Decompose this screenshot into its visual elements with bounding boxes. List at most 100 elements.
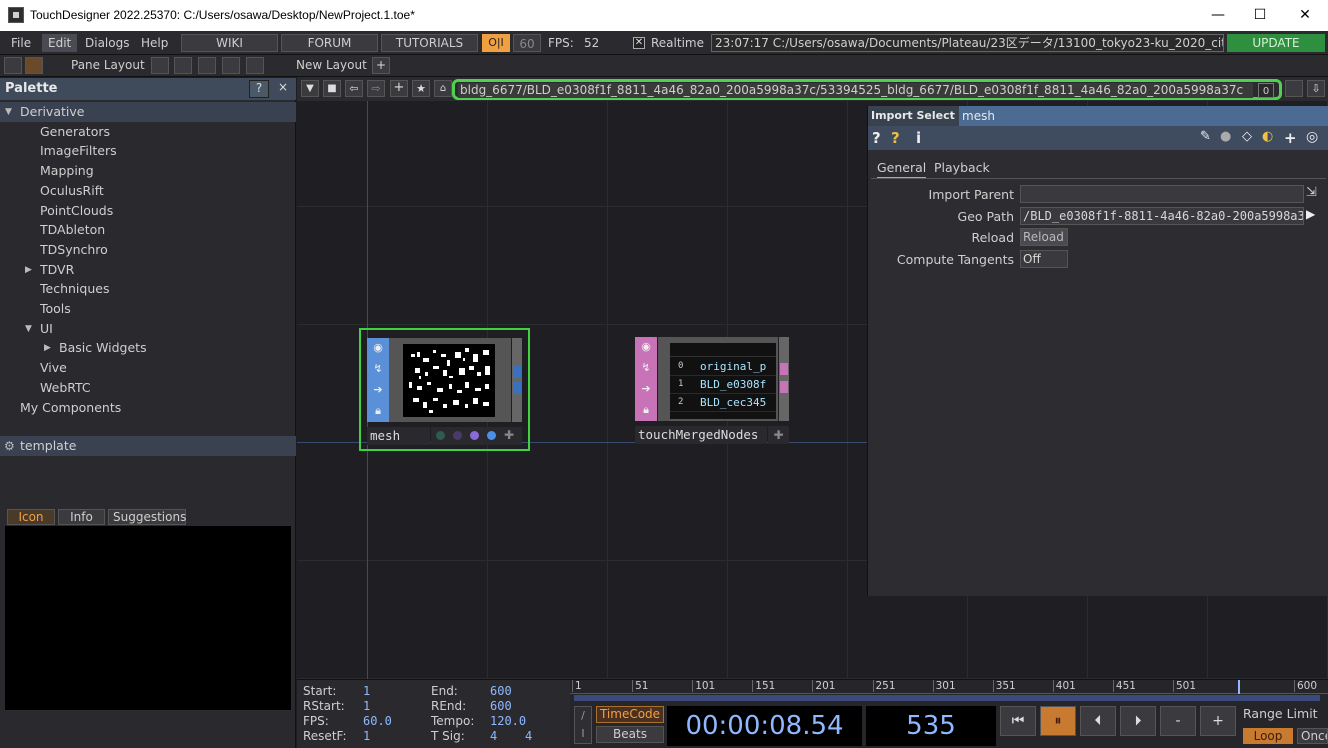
viewer-icon[interactable]: ◉ [638, 339, 654, 355]
flag-dot[interactable] [470, 431, 479, 440]
mesh-output-connector[interactable] [512, 338, 522, 422]
start-value[interactable]: 1 [363, 684, 370, 698]
playhead[interactable] [1237, 680, 1240, 694]
palette-item-tdsynchro[interactable]: TDSynchro [0, 240, 296, 260]
timecode-display[interactable]: 00:00:08.54 [667, 706, 862, 746]
tsig-numerator[interactable]: 4 [490, 729, 497, 743]
faster-button[interactable]: + [1200, 706, 1236, 736]
end-value[interactable]: 600 [490, 684, 512, 698]
maximize-button[interactable]: ☐ [1248, 4, 1272, 26]
add-flag-icon[interactable]: ✚ [504, 428, 514, 442]
comment-icon[interactable]: ● [1220, 129, 1231, 144]
flag-dot[interactable] [436, 431, 445, 440]
palette-item-tools[interactable]: Tools [0, 299, 296, 319]
palette-item-basic-widgets[interactable]: ▶ Basic Widgets [0, 338, 296, 358]
tab-general[interactable]: General [877, 160, 927, 179]
close-window-button[interactable]: ✕ [1293, 4, 1317, 26]
menu-file[interactable]: File [5, 34, 37, 52]
step-back-button[interactable]: ⏴ [1080, 706, 1116, 736]
back-icon[interactable]: ⇦ [345, 80, 363, 97]
merged-output-connector[interactable] [779, 337, 789, 421]
minimize-button[interactable]: — [1206, 4, 1230, 26]
star-icon[interactable]: ★ [412, 80, 430, 97]
resetf-value[interactable]: 1 [363, 729, 370, 743]
python-icon[interactable]: ◐ [1262, 129, 1273, 144]
network-path-index[interactable]: 0 [1258, 83, 1274, 98]
beats-button[interactable]: Beats [596, 726, 664, 743]
menu-dialogs[interactable]: Dialogs [79, 34, 135, 52]
merged-nodes-node[interactable]: ◉ ↯ ➔ 🔒︎ 0 original_p 1 BLD_e0308f 2 BLD_cec3… [635, 337, 795, 445]
palette-close-button[interactable]: × [273, 80, 293, 98]
fps-cap[interactable]: 60 [513, 34, 541, 52]
node-picker-icon[interactable]: ⇲ [1306, 185, 1317, 200]
palette-item-ui[interactable]: ▼ UI [0, 319, 296, 339]
fps-value[interactable]: 60.0 [363, 714, 392, 728]
target-icon[interactable]: ◎ [1306, 129, 1318, 145]
flag-dot[interactable] [487, 431, 496, 440]
timeline-mode-icon[interactable]: / I [574, 706, 592, 744]
geo-path-field[interactable]: /BLD_e0308f1f-8811-4a46-82a0-200a5998a37… [1020, 207, 1304, 225]
palette-item-tdvr[interactable]: ▶ TDVR [0, 260, 296, 280]
forward-icon[interactable]: ⇨ [367, 80, 385, 97]
expand-arrow-icon[interactable]: ▶ [25, 260, 32, 280]
frame-display[interactable]: 535 [866, 706, 996, 746]
python-help-icon[interactable]: ? [891, 129, 900, 147]
collapse-arrow-icon[interactable]: ▼ [5, 102, 12, 122]
once-button[interactable]: Once [1297, 728, 1328, 744]
update-button[interactable]: UPDATE [1227, 34, 1325, 52]
palette-item-oculusrift[interactable]: OculusRift [0, 181, 296, 201]
loop-button[interactable]: Loop [1243, 728, 1293, 744]
wiki-button[interactable]: WIKI [181, 34, 278, 52]
layout-single-icon[interactable] [151, 57, 169, 74]
menu-help[interactable]: Help [135, 34, 174, 52]
cook-icon[interactable]: ↯ [370, 361, 386, 377]
tab-suggestions[interactable]: Suggestions [108, 509, 186, 525]
realtime-checkbox[interactable]: ✕ [633, 37, 645, 49]
palette-help-button[interactable]: ? [249, 80, 269, 98]
rewind-button[interactable]: ⏮ [1000, 706, 1036, 736]
info-icon[interactable]: i [916, 129, 921, 147]
step-forward-button[interactable]: ⏵ [1120, 706, 1156, 736]
tempo-value[interactable]: 120.0 [490, 714, 526, 728]
palette-item-imagefilters[interactable]: ImageFilters [0, 141, 296, 161]
add-param-icon[interactable]: + [1284, 129, 1297, 147]
cook-icon[interactable]: ↯ [638, 360, 654, 376]
lock-icon[interactable]: 🔒︎ [638, 402, 654, 418]
tab-info[interactable]: Info [58, 509, 105, 525]
edit-icon[interactable]: ✎ [1200, 129, 1211, 144]
timecode-button[interactable]: TimeCode [596, 706, 664, 723]
palette-item-tdableton[interactable]: TDAbleton [0, 220, 296, 240]
merged-node-label[interactable]: touchMergedNodes [635, 426, 767, 444]
mesh-node[interactable]: ◉ ↯ ➔ 🔒︎ mesh ✚ [359, 328, 530, 451]
stop-icon[interactable]: ■ [323, 80, 341, 97]
palette-template-item[interactable]: ⚙ template [0, 436, 296, 456]
palette-item-techniques[interactable]: Techniques [0, 279, 296, 299]
oi-toggle[interactable]: O|I [482, 34, 510, 52]
bypass-icon[interactable]: ➔ [370, 382, 386, 398]
palette-item-webrtc[interactable]: WebRTC [0, 378, 296, 398]
help-icon[interactable]: ? [872, 129, 881, 147]
forum-button[interactable]: FORUM [281, 34, 378, 52]
rend-value[interactable]: 600 [490, 699, 512, 713]
viewer-icon[interactable]: ◉ [370, 340, 386, 356]
pause-button[interactable]: ⏸ [1040, 706, 1076, 736]
layout-four-icon[interactable] [246, 57, 264, 74]
reload-button[interactable]: Reload [1020, 228, 1068, 246]
palette-item-my-components[interactable]: My Components [0, 398, 296, 418]
op-name-field[interactable]: mesh [959, 106, 1328, 126]
palette-item-pointclouds[interactable]: PointClouds [0, 201, 296, 221]
palette-item-vive[interactable]: Vive [0, 358, 296, 378]
import-parent-field[interactable] [1020, 185, 1304, 203]
timeline-range-bar[interactable] [574, 695, 1320, 701]
tab-playback[interactable]: Playback [934, 160, 990, 175]
rstart-value[interactable]: 1 [363, 699, 370, 713]
menu-edit[interactable]: Edit [42, 34, 78, 52]
add-op-icon[interactable]: + [390, 80, 408, 97]
palette-item-mapping[interactable]: Mapping [0, 161, 296, 181]
tab-icon[interactable]: Icon [7, 509, 55, 525]
layout-hsplit-icon[interactable] [198, 57, 216, 74]
layout-vsplit-icon[interactable] [174, 57, 192, 74]
collapse-arrow-icon[interactable]: ▼ [25, 319, 32, 339]
pane-view-icon[interactable] [4, 57, 22, 74]
network-menu-icon[interactable]: ▼ [301, 80, 319, 97]
